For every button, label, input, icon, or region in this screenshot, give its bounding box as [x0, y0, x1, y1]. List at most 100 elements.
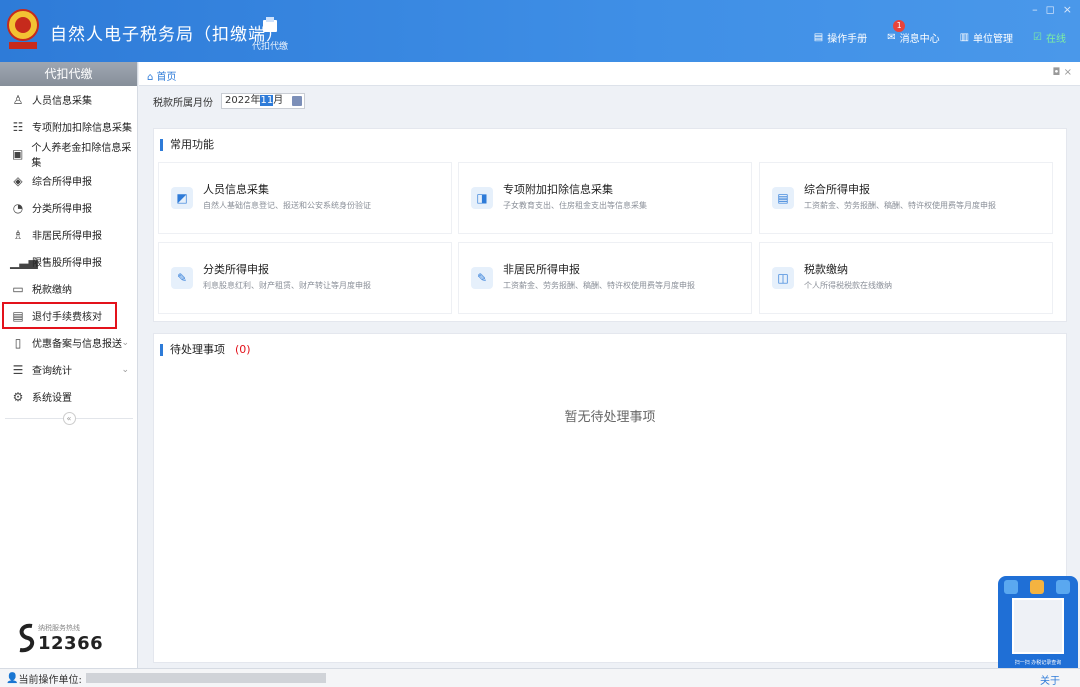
home-icon — [1056, 580, 1070, 594]
func-title: 分类所得申报 — [203, 263, 269, 276]
person-icon: ♙ — [12, 92, 24, 107]
operator-label: 当前操作单位: — [18, 674, 82, 686]
sidebar-title: 代扣代缴 — [0, 62, 137, 86]
app-title: 自然人电子税务局（扣缴端） — [50, 25, 284, 45]
message-center-button[interactable]: ✉ 1 消息中心 — [887, 20, 940, 45]
minimize-button[interactable]: – — [1032, 3, 1038, 16]
folder-icon: ▭ — [12, 281, 24, 296]
user-icon: 👤 — [6, 672, 19, 684]
company-label: 单位管理 — [973, 34, 1014, 45]
file-icon: ▯ — [14, 335, 22, 350]
chevron-down-icon: ⌄ — [121, 337, 129, 348]
tax-emblem-icon — [7, 9, 39, 49]
bar-chart-icon: ▁▃▅ — [10, 254, 38, 269]
common-functions-title: 常用功能 — [160, 139, 214, 151]
sidebar-item-special-deduction[interactable]: ☷ 专项附加扣除信息采集 — [0, 113, 137, 140]
sidebar-item-label: 查询统计 — [32, 366, 72, 377]
stamp-icon — [1030, 580, 1044, 594]
message-label: 消息中心 — [899, 34, 940, 45]
pending-title-text: 待处理事项 — [170, 343, 225, 356]
pension-icon: ▣ — [12, 146, 24, 161]
func-tax-payment[interactable]: ◫ 税款缴纳 个人所得税税款在线缴纳 — [759, 242, 1053, 314]
qr-code — [1012, 598, 1064, 654]
func-special-deduction[interactable]: ◨ 专项附加扣除信息采集 子女教育支出、住房租金支出等信息采集 — [458, 162, 752, 234]
sidebar-item-label: 人员信息采集 — [32, 96, 92, 107]
func-desc: 工资薪金、劳务报酬、稿酬、特许权使用费等月度申报 — [804, 201, 996, 210]
func-title: 税款缴纳 — [804, 263, 848, 276]
sidebar-item-refund-fee-check[interactable]: ▤ 退付手续费核对 — [2, 302, 117, 329]
sidebar-item-tax-payment[interactable]: ▭ 税款缴纳 — [0, 275, 137, 302]
online-label: 在线 — [1046, 34, 1066, 45]
floating-qr-widget[interactable]: 扫一扫 办税记录查询 — [998, 576, 1078, 668]
sidebar-item-classified-income[interactable]: ◔ 分类所得申报 — [0, 194, 137, 221]
sidebar-item-restricted-shares[interactable]: ▁▃▅ 限售股所得申报 — [0, 248, 137, 275]
online-status[interactable]: ☑ 在线 — [1033, 30, 1066, 45]
func-nonresident-income[interactable]: ✎ 非居民所得申报 工资薪金、劳务报酬、稿酬、特许权使用费等月度申报 — [458, 242, 752, 314]
tab-home[interactable]: ⌂ 首页 — [147, 68, 177, 83]
online-icon: ☑ — [1033, 32, 1042, 43]
func-desc: 个人所得税税款在线缴纳 — [804, 281, 892, 290]
sidebar-item-label: 非居民所得申报 — [32, 231, 102, 242]
func-person-info[interactable]: ◩ 人员信息采集 自然人基础信息登记、报送和公安系统身份验证 — [158, 162, 452, 234]
manual-button[interactable]: ▤ 操作手册 — [814, 30, 867, 45]
period-month: 11 — [260, 95, 274, 106]
tab-bar-controls[interactable]: ◘ × — [1053, 67, 1072, 78]
sidebar-item-comprehensive-income[interactable]: ◈ 综合所得申报 — [0, 167, 137, 194]
func-comprehensive-income[interactable]: ▤ 综合所得申报 工资薪金、劳务报酬、稿酬、特许权使用费等月度申报 — [759, 162, 1053, 234]
payment-icon: ◫ — [772, 267, 794, 289]
tab-bar: ⌂ 首页 ◘ × — [139, 62, 1080, 86]
module-withholding-button[interactable]: 代扣代缴 — [250, 16, 290, 52]
edit-icon: ✎ — [471, 267, 493, 289]
period-suffix: 月 — [273, 95, 284, 106]
func-desc: 利息股息红利、财产租赁、财产转让等月度申报 — [203, 281, 371, 290]
sidebar-item-system-settings[interactable]: ⚙ 系统设置 — [0, 383, 137, 410]
report-icon: ▤ — [772, 187, 794, 209]
module-label: 代扣代缴 — [251, 42, 288, 52]
pending-count: (0) — [235, 343, 251, 356]
sidebar-item-label: 退付手续费核对 — [32, 312, 102, 323]
hotline-number: 12366 — [38, 632, 104, 654]
qr-caption: 扫一扫 办税记录查询 — [1014, 660, 1062, 666]
restore-button[interactable]: ◻ — [1046, 3, 1055, 16]
close-button[interactable]: × — [1063, 3, 1072, 16]
sidebar-item-label: 个人养老金扣除信息采集 — [31, 142, 132, 169]
sidebar-item-pension-deduction[interactable]: ▣ 个人养老金扣除信息采集 — [0, 140, 137, 169]
user-outline-icon: ♗ — [12, 227, 24, 242]
manual-label: 操作手册 — [827, 34, 868, 45]
sidebar-item-person-info[interactable]: ♙ 人员信息采集 — [0, 86, 137, 113]
sidebar-item-nonresident-income[interactable]: ♗ 非居民所得申报 — [0, 221, 137, 248]
sidebar: 代扣代缴 ♙ 人员信息采集 ☷ 专项附加扣除信息采集 ▣ 个人养老金扣除信息采集 ◈ 综… — [0, 62, 138, 668]
pending-items-panel: 待处理事项 (0) 暂无待处理事项 — [153, 333, 1067, 663]
person-card-icon: ◩ — [171, 187, 193, 209]
hotline-icon — [19, 623, 35, 653]
func-classified-income[interactable]: ✎ 分类所得申报 利息股息红利、财产租赁、财产转让等月度申报 — [158, 242, 452, 314]
company-management-button[interactable]: ▥ 单位管理 — [960, 30, 1013, 45]
gear-icon: ⚙ — [12, 389, 24, 404]
document-icon: ▤ — [12, 308, 24, 323]
period-year: 2022年 — [225, 95, 261, 106]
layers-icon: ◈ — [13, 173, 23, 188]
calendar-icon[interactable] — [292, 96, 302, 106]
edit-icon: ✎ — [171, 267, 193, 289]
company-icon: ▥ — [959, 32, 970, 43]
common-functions-panel: 常用功能 ◩ 人员信息采集 自然人基础信息登记、报送和公安系统身份验证 ◨ 专项… — [153, 128, 1067, 322]
operator-value-redacted — [85, 673, 326, 683]
home-icon: ⌂ — [147, 72, 154, 83]
sidebar-item-label: 综合所得申报 — [32, 177, 92, 188]
func-title: 人员信息采集 — [203, 183, 269, 196]
chevron-down-icon: ⌄ — [121, 364, 129, 375]
func-desc: 自然人基础信息登记、报送和公安系统身份验证 — [203, 201, 371, 210]
pie-icon: ◔ — [12, 200, 24, 215]
hotline-label: 纳税服务热线 — [38, 623, 80, 632]
period-input[interactable]: 2022年11月 — [221, 93, 305, 109]
sidebar-item-label: 系统设置 — [32, 393, 72, 404]
pending-title: 待处理事项 (0) — [160, 344, 251, 356]
app-header: 自然人电子税务局（扣缴端） 代扣代缴 ▤ 操作手册 ✉ 1 消息中心 ▥ 单位管… — [0, 0, 1080, 62]
about-link[interactable]: 关于 — [1040, 672, 1060, 687]
sidebar-item-query-statistics[interactable]: ☰ 查询统计 ⌄ — [0, 356, 137, 383]
sidebar-item-label: 优惠备案与信息报送 — [32, 339, 122, 350]
sidebar-item-preferential-filing[interactable]: ▯ 优惠备案与信息报送 ⌄ — [0, 329, 137, 356]
collapse-sidebar-button[interactable]: « — [62, 412, 76, 425]
period-label: 税款所属月份 — [153, 97, 213, 109]
search-list-icon: ☰ — [12, 362, 24, 377]
